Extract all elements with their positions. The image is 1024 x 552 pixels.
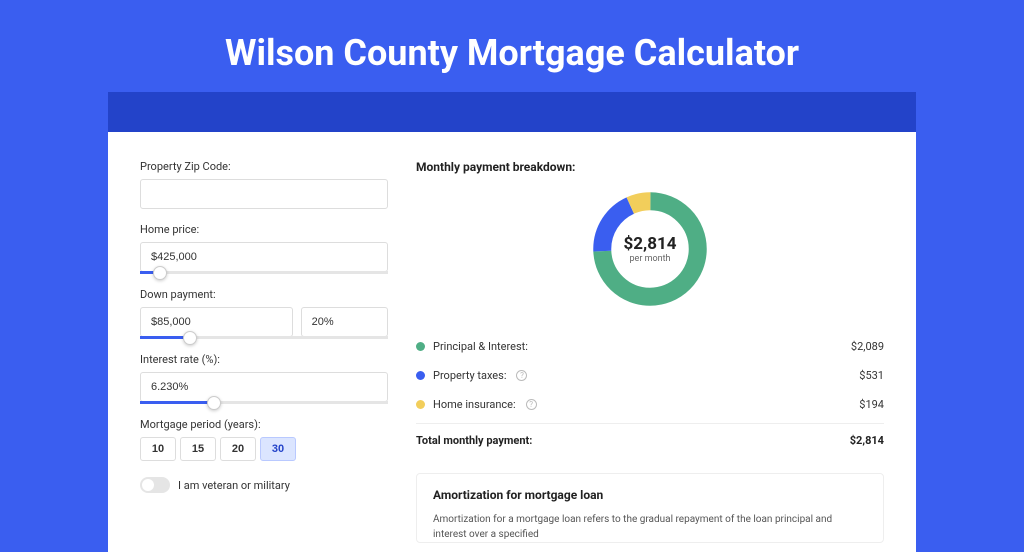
veteran-row: I am veteran or military: [140, 477, 388, 493]
info-icon[interactable]: ?: [516, 370, 527, 381]
period-button-15[interactable]: 15: [180, 437, 216, 461]
veteran-label: I am veteran or military: [178, 479, 290, 492]
home-price-slider[interactable]: [140, 271, 388, 274]
down-payment-percent-input[interactable]: [301, 307, 388, 337]
legend-label: Property taxes:: [433, 369, 506, 382]
legend-label: Home insurance:: [433, 398, 516, 411]
interest-slider[interactable]: [140, 401, 388, 404]
period-button-group: 10152030: [140, 437, 388, 461]
home-price-input[interactable]: [140, 242, 388, 272]
legend-dot-icon: [416, 400, 425, 409]
interest-block: Interest rate (%):: [140, 353, 388, 404]
amortization-text: Amortization for a mortgage loan refers …: [433, 512, 867, 542]
total-value: $2,814: [850, 434, 884, 447]
donut-amount: $2,814: [624, 234, 677, 254]
home-price-label: Home price:: [140, 223, 388, 236]
legend-row: Principal & Interest: $2,089: [416, 332, 884, 361]
period-label: Mortgage period (years):: [140, 418, 388, 431]
legend-label: Principal & Interest:: [433, 340, 528, 353]
down-payment-amount-input[interactable]: [140, 307, 293, 337]
veteran-toggle[interactable]: [140, 477, 170, 493]
total-row: Total monthly payment: $2,814: [416, 423, 884, 457]
legend-value: $531: [859, 369, 884, 382]
legend-dot-icon: [416, 371, 425, 380]
down-payment-block: Down payment:: [140, 288, 388, 339]
interest-input[interactable]: [140, 372, 388, 402]
header-accent-bar: [108, 92, 916, 132]
interest-label: Interest rate (%):: [140, 353, 388, 366]
period-block: Mortgage period (years): 10152030: [140, 418, 388, 461]
legend-dot-icon: [416, 342, 425, 351]
info-icon[interactable]: ?: [526, 399, 537, 410]
payment-donut-chart: $2,814 per month: [587, 186, 713, 312]
breakdown-panel: Monthly payment breakdown: $2,814 per mo…: [416, 160, 884, 552]
amortization-title: Amortization for mortgage loan: [433, 488, 867, 502]
amortization-card: Amortization for mortgage loan Amortizat…: [416, 473, 884, 543]
home-price-block: Home price:: [140, 223, 388, 274]
period-button-20[interactable]: 20: [220, 437, 256, 461]
total-label: Total monthly payment:: [416, 434, 532, 447]
zip-input[interactable]: [140, 179, 388, 209]
legend-list: Principal & Interest: $2,089 Property taxe…: [416, 332, 884, 419]
legend-row: Home insurance:? $194: [416, 390, 884, 419]
period-button-30[interactable]: 30: [260, 437, 296, 461]
down-payment-slider[interactable]: [140, 336, 388, 339]
legend-value: $2,089: [851, 340, 884, 353]
legend-row: Property taxes:? $531: [416, 361, 884, 390]
breakdown-title: Monthly payment breakdown:: [416, 160, 884, 174]
donut-subtext: per month: [624, 254, 677, 264]
calculator-card: Property Zip Code: Home price: Down paym…: [108, 132, 916, 552]
legend-value: $194: [859, 398, 884, 411]
form-panel: Property Zip Code: Home price: Down paym…: [140, 160, 388, 552]
zip-label: Property Zip Code:: [140, 160, 388, 173]
zip-block: Property Zip Code:: [140, 160, 388, 209]
page-title: Wilson County Mortgage Calculator: [0, 0, 1024, 92]
period-button-10[interactable]: 10: [140, 437, 176, 461]
down-payment-label: Down payment:: [140, 288, 388, 301]
